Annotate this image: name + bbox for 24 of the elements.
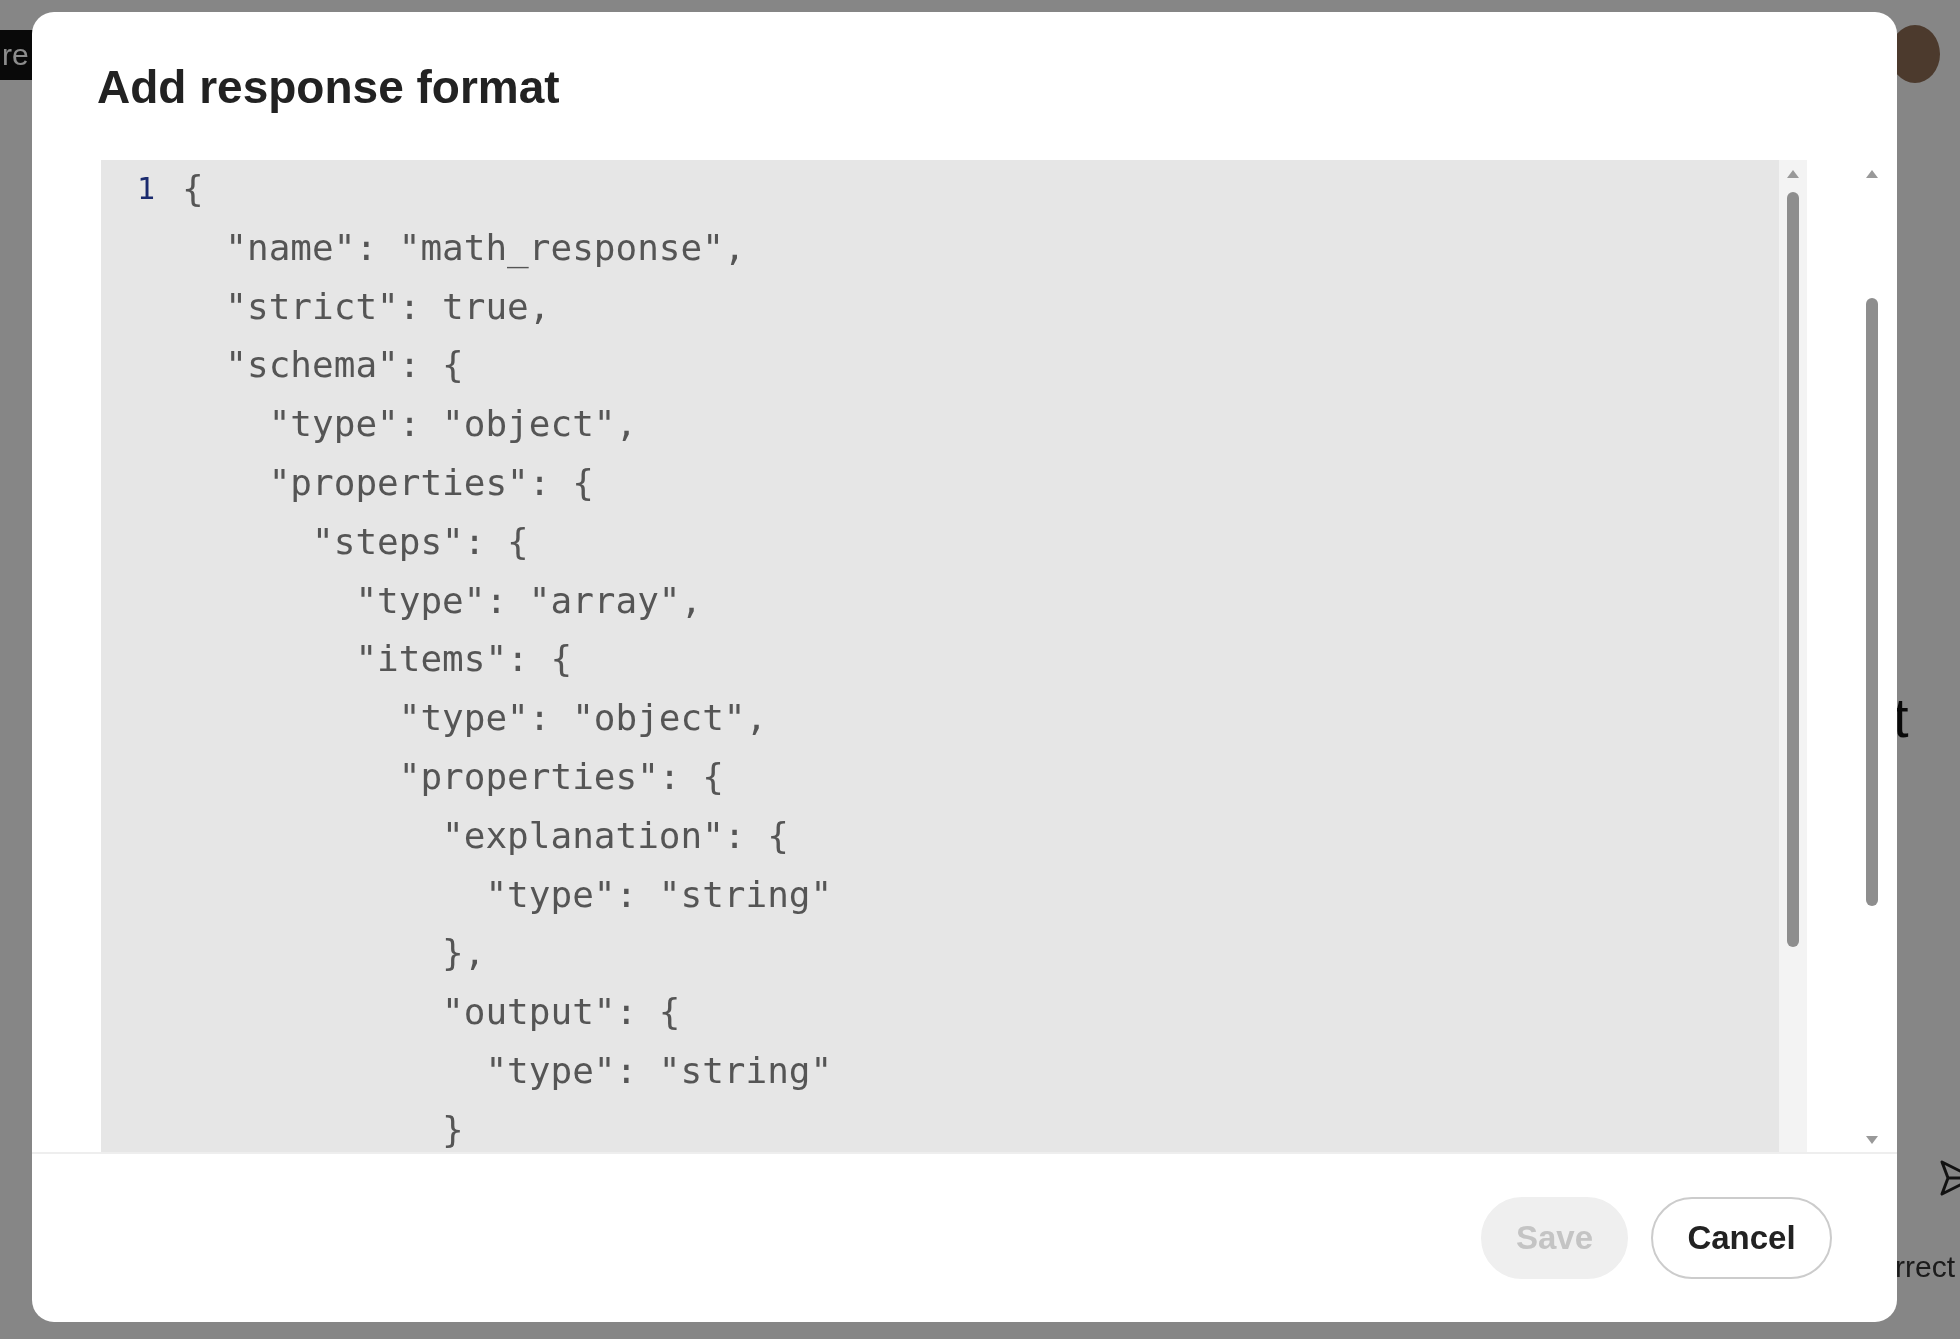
code-line: { (182, 167, 204, 211)
code-line: "output": { (441, 990, 681, 1035)
code-line: "type": "object", (267, 402, 638, 447)
scrollbar[interactable] (1779, 160, 1807, 1152)
code-line: } (441, 1107, 464, 1152)
code-line: "name": "math_response", (224, 225, 746, 271)
cancel-button[interactable]: Cancel (1651, 1197, 1832, 1279)
code-line: "explanation": { (441, 813, 789, 858)
code-line: "steps": { (311, 519, 529, 564)
code-line: "items": { (354, 637, 573, 682)
code-line: "schema": { (224, 343, 464, 388)
dialog-title: Add response format (96, 60, 561, 115)
code-line: "properties": { (397, 754, 724, 799)
code-line: "type": "string" (484, 1048, 833, 1093)
heading-text: t (1893, 685, 1909, 750)
code-line: "type": "array", (354, 578, 703, 623)
code-line: "type": "object", (397, 696, 768, 741)
code-line: "type": "string" (484, 872, 833, 917)
caption-text: rrect (1895, 1250, 1955, 1284)
code-line: "properties": { (267, 461, 594, 505)
line-number: 1 (137, 170, 156, 208)
code-editor[interactable] (101, 160, 1807, 1152)
code-line: }, (441, 931, 486, 976)
code-line: "strict": true, (224, 284, 551, 329)
